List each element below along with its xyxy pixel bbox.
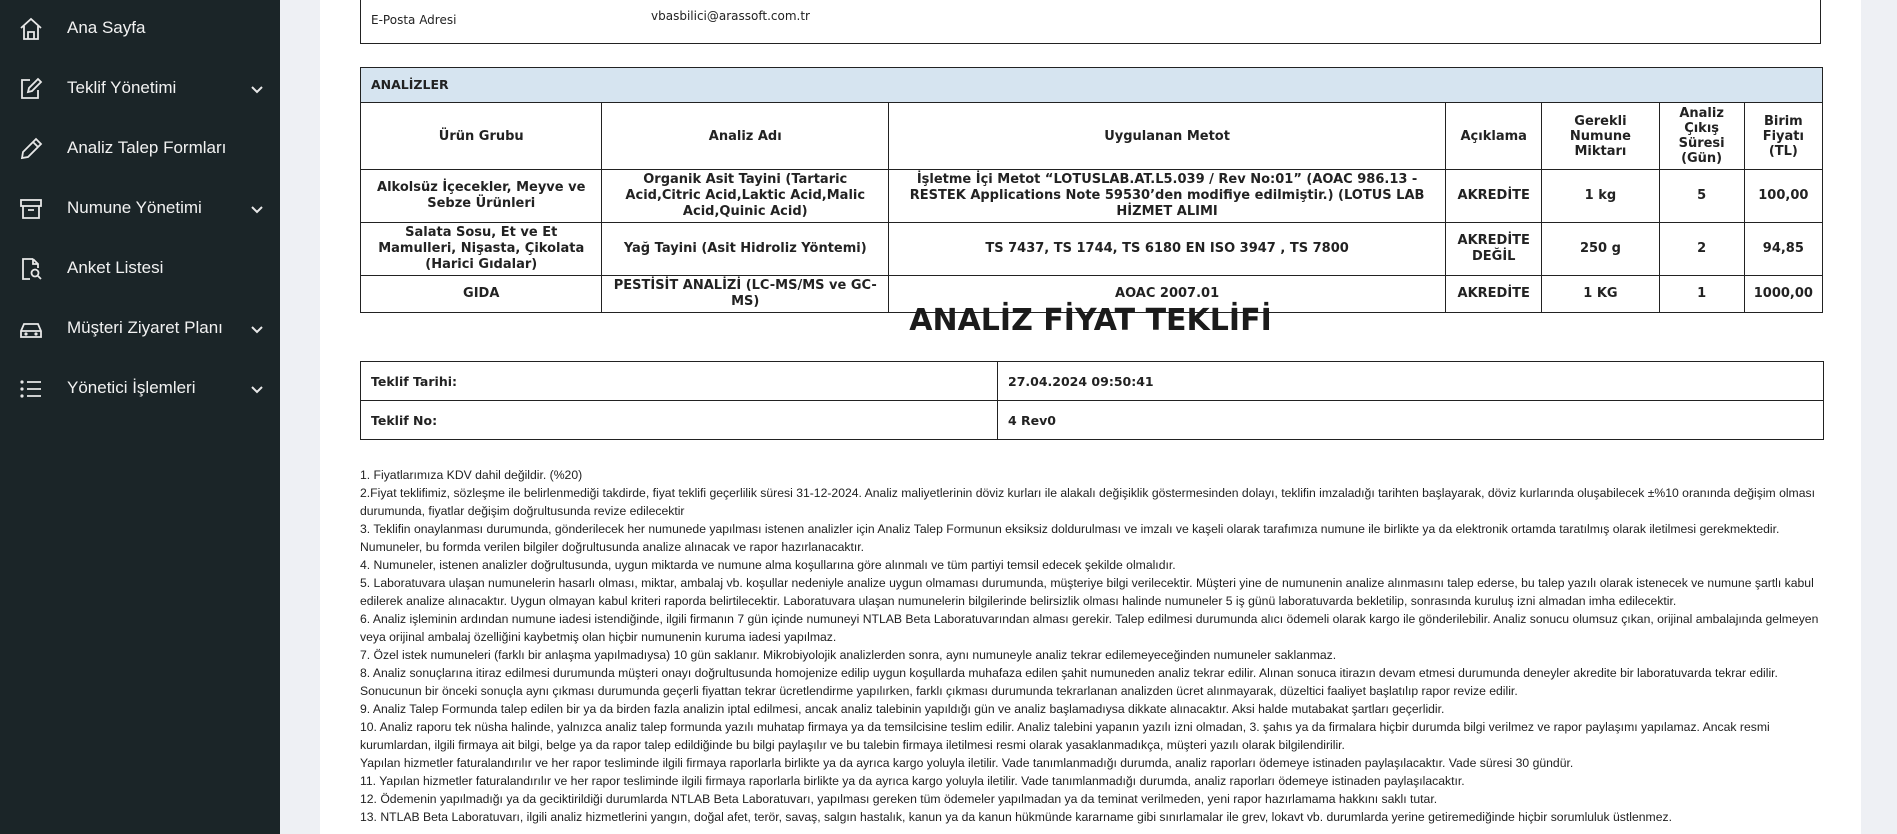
chevron-down-icon[interactable] xyxy=(250,382,264,396)
offer-no-value: 4 Rev0 xyxy=(997,400,1824,440)
term-item: 2.Fiyat teklifimiz, sözleşme ile belirle… xyxy=(360,486,1815,518)
offer-date-value: 27.04.2024 09:50:41 xyxy=(997,361,1824,401)
column-header: Analiz Adı xyxy=(601,102,890,170)
sidebar-item-yonetici-islemleri[interactable]: Yönetici İşlemleri xyxy=(0,366,280,410)
table-cell: 2 xyxy=(1658,222,1745,276)
right-gutter xyxy=(1861,0,1897,834)
sidebar-item-teklif-yonetimi[interactable]: Teklif Yönetimi xyxy=(0,66,280,110)
term-item: 1. Fiyatlarımıza KDV dahil değildir. (%2… xyxy=(360,468,583,482)
sidebar-item-label: Müşteri Ziyaret Planı xyxy=(67,318,223,337)
term-item: 7. Özel istek numuneleri (farklı bir anl… xyxy=(360,648,1337,662)
sidebar-item-numune-yonetimi[interactable]: Numune Yönetimi xyxy=(0,186,280,230)
table-cell: 94,85 xyxy=(1743,222,1824,276)
page-title: ANALİZ FİYAT TEKLİFİ xyxy=(909,303,1272,338)
content-gutter xyxy=(280,0,320,834)
table-cell: AKREDİTE xyxy=(1445,169,1543,223)
email-label: E-Posta Adresi xyxy=(371,13,457,27)
column-header: Uygulanan Metot xyxy=(888,102,1447,170)
offer-date-row: Teklif Tarihi: 27.04.2024 09:50:41 xyxy=(360,361,1824,401)
term-item: 13. NTLAB Beta Laboratuvarı, ilgili anal… xyxy=(360,810,1672,824)
sidebar-item-label: Analiz Talep Formları xyxy=(67,138,227,157)
archive-icon xyxy=(20,199,42,219)
offer-no-label: Teklif No: xyxy=(360,400,998,440)
sidebar-item-anket-listesi[interactable]: Anket Listesi xyxy=(0,246,280,290)
table-cell: 250 g xyxy=(1541,222,1660,276)
chevron-down-icon[interactable] xyxy=(250,202,264,216)
analyses-caption: ANALİZLER xyxy=(360,67,1823,103)
term-item: 11. Yapılan hizmetler faturalandırılır v… xyxy=(360,774,1465,788)
term-item: 6. Analiz işleminin ardından numune iade… xyxy=(360,612,1819,644)
sidebar-item-label: Teklif Yönetimi xyxy=(67,78,177,97)
table-cell: 100,00 xyxy=(1743,169,1824,223)
sidebar-item-label: Yönetici İşlemleri xyxy=(67,378,196,397)
term-item: 9. Analiz Talep Formunda talep edilen bi… xyxy=(360,702,1445,716)
term-item: Yapılan hizmetler faturalandırılır ve he… xyxy=(360,756,1574,770)
column-header: Açıklama xyxy=(1445,102,1543,170)
term-item: 12. Ödemenin yapılmadığı ya da geciktiri… xyxy=(360,792,1438,806)
chevron-down-icon[interactable] xyxy=(250,322,264,336)
home-icon xyxy=(20,17,42,40)
sidebar-item-label: Numune Yönetimi xyxy=(67,198,202,217)
email-value: vbasbilici@arassoft.com.tr xyxy=(651,9,810,23)
chevron-down-icon[interactable] xyxy=(250,82,264,96)
sidebar-item-analiz-talep-formlari[interactable]: Analiz Talep Formları xyxy=(0,126,280,170)
table-cell: Yağ Tayini (Asit Hidroliz Yöntemi) xyxy=(601,222,890,276)
offer-info-table: Teklif Tarihi: 27.04.2024 09:50:41 Tekli… xyxy=(360,361,1824,440)
table-header-row: Ürün Grubu Analiz Adı Uygulanan Metot Aç… xyxy=(359,102,1824,170)
pencil-icon xyxy=(20,137,43,160)
sidebar: Ana Sayfa Teklif Yönetimi Analiz Talep F… xyxy=(0,0,280,834)
column-header: Analiz Çıkış Süresi (Gün) xyxy=(1658,102,1745,170)
table-cell: İşletme İçi Metot “LOTUSLAB.AT.L5.039 / … xyxy=(888,169,1447,223)
term-item: 5. Laboratuvara ulaşan numunelerin hasar… xyxy=(360,576,1814,608)
sidebar-item-ana-sayfa[interactable]: Ana Sayfa xyxy=(0,6,280,50)
table-cell: Salata Sosu, Et ve Et Mamulleri, Nişasta… xyxy=(359,222,603,276)
table-cell: 5 xyxy=(1658,169,1745,223)
list-icon xyxy=(20,380,41,398)
term-item: 4. Numuneler, istenen analizler doğrultu… xyxy=(360,558,1176,572)
table-row: Alkolsüz İçecekler, Meyve ve Sebze Ürünl… xyxy=(359,169,1824,223)
table-cell: TS 7437, TS 1744, TS 6180 EN ISO 3947 , … xyxy=(888,222,1447,276)
table-cell: AKREDİTE DEĞİL xyxy=(1445,222,1543,276)
column-header: Gerekli Numune Miktarı xyxy=(1541,102,1660,170)
table-row: Salata Sosu, Et ve Et Mamulleri, Nişasta… xyxy=(359,222,1824,276)
edit-icon xyxy=(21,77,43,99)
terms-list: 1. Fiyatlarımıza KDV dahil değildir. (%2… xyxy=(360,466,1830,826)
term-item: 3. Teklifin onaylanması durumunda, gönde… xyxy=(360,522,1780,554)
document-search-icon xyxy=(22,258,42,280)
column-header: Ürün Grubu xyxy=(359,102,603,170)
sidebar-item-label: Anket Listesi xyxy=(67,258,164,277)
table-cell: Alkolsüz İçecekler, Meyve ve Sebze Ürünl… xyxy=(359,169,603,223)
term-item: 10. Analiz raporu tek nüsha halinde, yal… xyxy=(360,720,1770,752)
offer-date-label: Teklif Tarihi: xyxy=(360,361,998,401)
sidebar-item-label: Ana Sayfa xyxy=(67,18,146,37)
table-cell: 1 kg xyxy=(1541,169,1660,223)
table-cell: Organik Asit Tayini (Tartaric Acid,Citri… xyxy=(601,169,890,223)
offer-document: E-Posta Adresi vbasbilici@arassoft.com.t… xyxy=(320,0,1861,834)
sidebar-item-musteri-ziyaret-plani[interactable]: Müşteri Ziyaret Planı xyxy=(0,306,280,350)
analyses-table: ANALİZLER Ürün Grubu Analiz Adı Uygulana… xyxy=(359,67,1824,313)
column-header: Birim Fiyatı (TL) xyxy=(1743,102,1824,170)
offer-no-row: Teklif No: 4 Rev0 xyxy=(360,400,1824,440)
email-row: E-Posta Adresi vbasbilici@arassoft.com.t… xyxy=(360,0,1821,44)
car-icon xyxy=(20,323,42,338)
term-item: 8. Analiz sonuçlarına itiraz edilmesi du… xyxy=(360,666,1778,698)
